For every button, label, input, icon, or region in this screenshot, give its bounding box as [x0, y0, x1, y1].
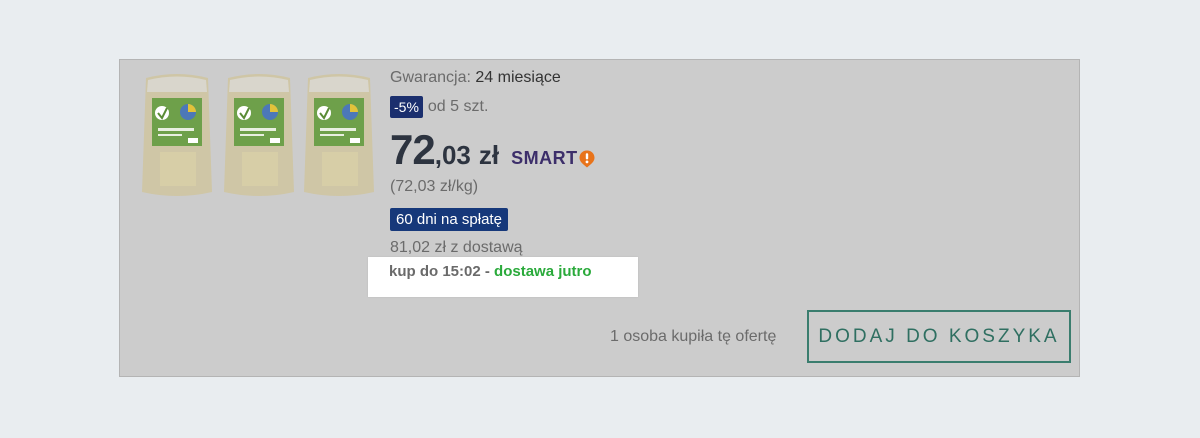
product-pack-icon — [222, 68, 296, 200]
warranty-info: Gwarancja: 24 miesiące — [390, 69, 561, 87]
product-offer-card: Gwarancja: 24 miesiące -5% od 5 szt. 72 … — [119, 59, 1080, 377]
smart-label: SMART — [511, 148, 578, 168]
smart-badge[interactable]: SMART — [511, 148, 595, 169]
add-to-cart-button[interactable]: DODAJ DO KOSZYKA — [807, 310, 1071, 363]
discount-condition: od 5 szt. — [427, 98, 489, 115]
price-currency: zł — [478, 140, 500, 170]
unit-price: (72,03 zł/kg) — [390, 178, 479, 195]
price: 72 ,03 zł SMART — [390, 126, 595, 174]
product-pack-icon — [140, 68, 214, 200]
product-thumbnail[interactable] — [140, 68, 380, 200]
quantity-discount: -5% od 5 szt. — [390, 96, 488, 118]
truncated-text-line — [390, 60, 810, 61]
delivery-deadline: kup do 15:02 - dostawa jutro — [368, 257, 638, 297]
deadline-prefix: kup do 15:02 - — [389, 263, 490, 280]
installments-badge[interactable]: 60 dni na spłatę — [390, 208, 508, 231]
price-with-delivery: 81,02 zł z dostawą — [390, 239, 523, 256]
deadline-delivery: dostawa jutro — [494, 263, 592, 280]
buyers-count: 1 osoba kupiła tę ofertę — [610, 328, 777, 345]
price-decimal: ,03 — [434, 140, 471, 170]
warranty-value: 24 miesiące — [475, 69, 561, 86]
discount-badge: -5% — [390, 96, 423, 118]
smart-alert-icon — [579, 150, 595, 167]
product-pack-icon — [302, 68, 376, 200]
price-integer: 72 — [390, 126, 436, 173]
warranty-label: Gwarancja: — [390, 69, 471, 86]
